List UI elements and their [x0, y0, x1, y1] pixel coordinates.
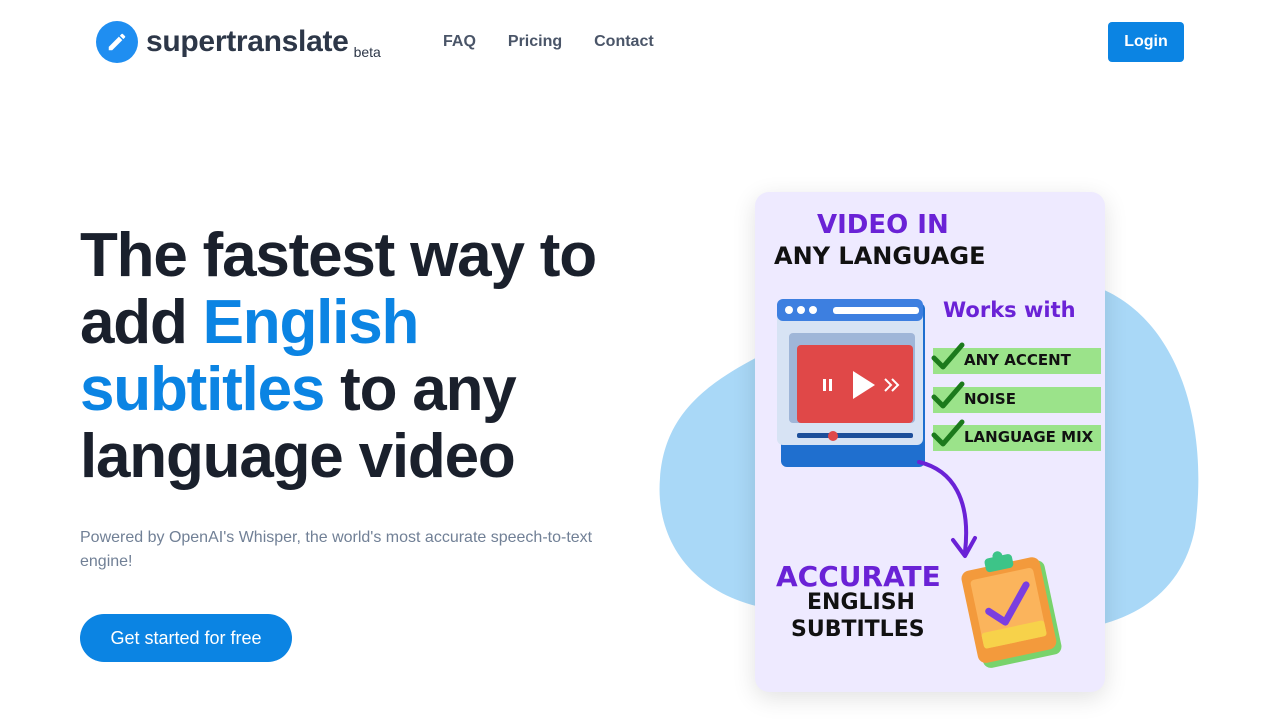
- headline-line-4: language video: [80, 422, 516, 491]
- feature-label: LANGUAGE MIX: [964, 428, 1094, 446]
- video-player-illustration: [777, 299, 925, 467]
- feature-label: ANY ACCENT: [964, 351, 1071, 369]
- illustration-video-in: VIDEO IN: [817, 210, 949, 240]
- headline-english: English: [202, 288, 420, 357]
- headline-to-any: to any: [324, 355, 517, 424]
- get-started-button[interactable]: Get started for free: [80, 614, 292, 662]
- pencil-icon: [96, 21, 138, 63]
- beta-badge: beta: [353, 44, 381, 60]
- feature-any-accent: ANY ACCENT: [931, 342, 1101, 374]
- hero-subtext: Powered by OpenAI's Whisper, the world's…: [80, 529, 593, 570]
- checkmark-icon: [931, 419, 965, 447]
- checkmark-icon: [931, 381, 965, 409]
- nav-link-pricing[interactable]: Pricing: [508, 32, 562, 52]
- feature-noise: NOISE: [931, 381, 1101, 413]
- hero-headline: The fastest way to add English subtitles…: [80, 222, 640, 490]
- main-nav: FAQ Pricing Contact: [443, 32, 654, 52]
- illustration-works-with: Works with: [943, 298, 1076, 322]
- illustration-subtitles: SUBTITLES: [791, 617, 925, 642]
- login-button[interactable]: Login: [1108, 22, 1184, 62]
- logo-text: supertranslate: [146, 25, 349, 58]
- nav-link-contact[interactable]: Contact: [594, 32, 654, 52]
- feature-label: NOISE: [964, 390, 1016, 408]
- illustration-any-language: ANY LANGUAGE: [774, 242, 986, 270]
- headline-line-1: The fastest way to: [80, 221, 597, 290]
- feature-language-mix: LANGUAGE MIX: [931, 419, 1101, 451]
- promo-illustration-card: VIDEO IN ANY LANGUAGE Works with ANY ACC…: [755, 192, 1105, 692]
- illustration-english: ENGLISH: [807, 590, 915, 615]
- logo-link[interactable]: supertranslate beta: [96, 21, 381, 63]
- clipboard-check-icon: [961, 551, 1062, 668]
- nav-link-faq[interactable]: FAQ: [443, 32, 476, 52]
- illustration-accurate: ACCURATE: [776, 560, 941, 593]
- headline-subtitles: subtitles: [80, 355, 325, 424]
- checkmark-icon: [931, 342, 965, 370]
- headline-add: add: [80, 288, 203, 357]
